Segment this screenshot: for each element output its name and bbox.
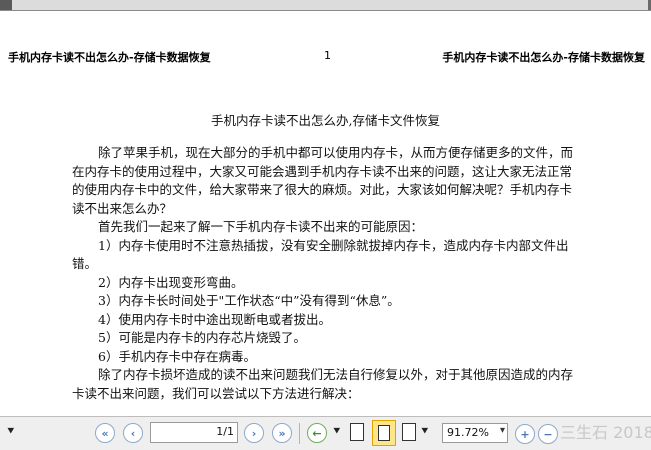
first-page-button[interactable]: « [95, 423, 115, 443]
zoom-in-button[interactable]: + [515, 424, 535, 444]
last-page-button[interactable]: » [272, 423, 292, 443]
zoom-options-icon[interactable]: ⯆ [420, 424, 430, 439]
document-title: 手机内存卡读不出怎么办,存储卡文件恢复 [211, 113, 440, 128]
list-item-cause-5: 5）可能是内存卡的内存芯片烧毁了。 [98, 330, 306, 345]
document-body: 除了苹果手机，现在大部分的手机中都可以使用内存卡，从而方便存储更多的文件，而在内… [72, 144, 584, 403]
single-page-view-icon[interactable] [350, 423, 364, 441]
chevron-right-icon: › [251, 426, 257, 440]
arrow-left-icon: ← [312, 426, 322, 440]
double-chevron-left-icon: « [101, 426, 109, 440]
list-item-cause-4: 4）使用内存卡时中途出现断电或者拔出。 [98, 311, 331, 327]
page-header-left: 手机内存卡读不出怎么办-存储卡数据恢复 [8, 51, 211, 64]
chevron-down-icon: ▾ [499, 425, 505, 436]
zoom-value: 91.72% [447, 426, 489, 439]
fit-width-icon[interactable] [402, 423, 416, 441]
paragraph-intro: 除了苹果手机，现在大部分的手机中都可以使用内存卡，从而方便存储更多的文件，而在内… [72, 145, 574, 216]
zoom-select[interactable]: 91.72% ▾ [442, 423, 508, 443]
fit-page-icon [378, 425, 390, 441]
double-chevron-right-icon: » [278, 426, 286, 440]
paragraph-solutions: 除了内存卡损坏造成的读不出来问题我们无法自行修复以外，对于其他原因造成的内存卡读… [72, 367, 574, 401]
list-item-cause-2: 2）内存卡出现变形弯曲。 [98, 274, 244, 290]
page-header-right: 手机内存卡读不出怎么办-存储卡数据恢复 [442, 51, 645, 64]
watermark-text: 三生石 2018 [560, 423, 651, 442]
list-item-cause-6: 6）手机内存卡中存在病毒。 [98, 348, 256, 364]
fit-page-button[interactable] [372, 420, 396, 446]
chevron-left-icon: ‹ [130, 426, 136, 440]
back-button[interactable]: ← [307, 423, 327, 443]
paragraph-causes-intro: 首先我们一起来了解一下手机内存卡读不出来的可能原因： [98, 219, 424, 234]
page-number-input[interactable]: 1/1 [150, 422, 238, 443]
window-top-strip [0, 0, 651, 11]
zoom-out-button[interactable]: − [538, 424, 558, 444]
document-page: 手机内存卡读不出怎么办-存储卡数据恢复 1 手机内存卡读不出怎么办-存储卡数据恢… [0, 11, 651, 416]
list-item-cause-1: 1）内存卡使用时不注意热插拔，没有安全删除就拔掉内存卡，造成内存卡内部文件出错。 [72, 237, 569, 272]
toolbar-separator [299, 423, 300, 444]
list-item-cause-3: 3）内存卡长时间处于"工作状态“中”没有得到“休息”。 [98, 293, 400, 308]
view-mode-dropdown-icon[interactable]: ⯆ [332, 424, 342, 439]
bottom-toolbar: ⯆ « ‹ 1/1 › » ← ⯆ ⯆ 91.72% ▾ + − 三生石 201… [0, 416, 651, 450]
double-chevron-down-icon[interactable]: ⯆ [6, 424, 16, 439]
minus-icon: − [543, 427, 553, 441]
plus-icon: + [520, 427, 530, 441]
top-strip-left-block [0, 0, 12, 10]
page-header-number: 1 [324, 49, 331, 62]
previous-page-button[interactable]: ‹ [123, 423, 143, 443]
next-page-button[interactable]: › [244, 423, 264, 443]
